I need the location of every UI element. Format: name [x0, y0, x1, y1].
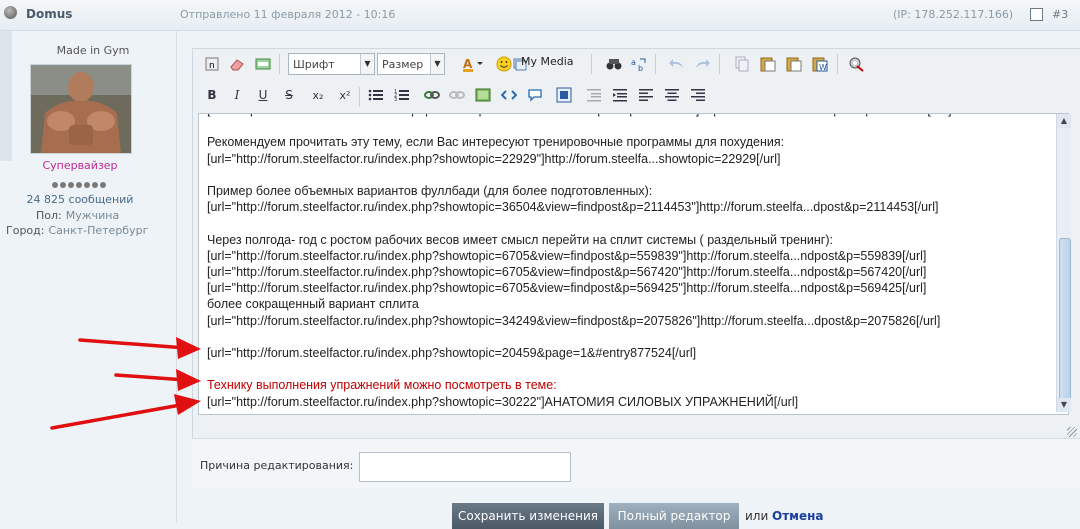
toolbar-separator — [837, 54, 838, 74]
message-textarea[interactable]: [url="http://forum.steelfactor.ru/index.… — [198, 113, 1069, 415]
editor-line: [url="http://forum.steelfactor.ru/index.… — [207, 114, 1047, 118]
editor-line: [url="http://forum.steelfactor.ru/index.… — [207, 151, 781, 166]
select-post-checkbox[interactable] — [1030, 8, 1043, 21]
svg-text:3: 3 — [394, 97, 397, 102]
unlink-icon[interactable] — [448, 86, 466, 104]
post-count: 24 825 сообщений — [26, 193, 134, 206]
avatar[interactable] — [30, 64, 132, 154]
align-left-icon[interactable] — [637, 86, 655, 104]
editor-line: [url="http://forum.steelfactor.ru/index.… — [207, 394, 799, 409]
align-right-icon[interactable] — [689, 86, 707, 104]
undo-icon[interactable] — [668, 55, 686, 73]
svg-text:a: a — [631, 58, 636, 67]
image-icon[interactable] — [474, 86, 492, 104]
scroll-up-icon[interactable]: ▲ — [1057, 114, 1071, 128]
editor-line: Через полгода- год с ростом рабочих весо… — [207, 232, 834, 247]
editor-line: Рекомендуем прочитать эту тему, если Вас… — [207, 135, 785, 150]
author-name[interactable]: Domus — [26, 7, 72, 21]
cut-icon[interactable] — [733, 55, 751, 73]
editor-line: [url="http://forum.steelfactor.ru/index.… — [207, 345, 697, 360]
my-media-button[interactable]: My Media — [521, 55, 574, 68]
editor-line: [url="http://forum.steelfactor.ru/index.… — [207, 281, 927, 296]
copy-icon[interactable] — [759, 55, 777, 73]
save-changes-button[interactable]: Сохранить изменения — [452, 503, 604, 529]
align-center-icon[interactable] — [663, 86, 681, 104]
link-icon[interactable] — [423, 86, 441, 104]
toolbar-separator — [719, 54, 720, 74]
edit-reason-label: Причина редактирования: — [200, 459, 354, 472]
toolbar-separator — [279, 54, 280, 74]
font-size-select[interactable]: Размер ▼ — [377, 53, 445, 75]
font-family-select[interactable]: Шрифт ▼ — [288, 53, 375, 75]
editor-line: Пример более объемных вариантов фуллбади… — [207, 183, 653, 198]
svg-text:W: W — [819, 63, 827, 72]
italic-button[interactable]: I — [228, 86, 246, 104]
bullet-list-icon[interactable] — [367, 86, 385, 104]
quote-icon[interactable] — [526, 86, 544, 104]
post-number-link[interactable]: #3 — [1052, 8, 1068, 21]
edit-reason-bar: Причина редактирования: — [192, 438, 1080, 489]
resize-grip-icon[interactable] — [1067, 427, 1077, 437]
editor-line: [url="http://forum.steelfactor.ru/index.… — [207, 200, 939, 215]
find-icon[interactable] — [605, 55, 623, 73]
strikethrough-button[interactable]: S — [280, 86, 298, 104]
editor-toolbar-top: n Шрифт ▼ Размер ▼ A My Media ab W — [193, 49, 1080, 79]
editor-line: [url="http://forum.steelfactor.ru/index.… — [207, 313, 941, 328]
subscript-button[interactable]: x₂ — [309, 86, 327, 104]
status-dot-icon — [4, 6, 17, 19]
paste-word-icon[interactable]: W — [811, 55, 829, 73]
profile-gender: Пол: Мужчина — [36, 209, 120, 222]
editor-line: более сокращенный вариант сплита — [207, 297, 419, 312]
paste-icon[interactable] — [785, 55, 803, 73]
member-role: Супервайзер — [42, 159, 118, 172]
indent-icon[interactable] — [611, 86, 629, 104]
message-text: [url="http://forum.steelfactor.ru/index.… — [207, 114, 1047, 410]
plain-text-icon[interactable]: n — [203, 55, 221, 73]
edit-reason-input[interactable] — [359, 452, 571, 482]
redo-icon[interactable] — [693, 55, 711, 73]
editor-line: [url="http://forum.steelfactor.ru/index.… — [207, 248, 927, 263]
superscript-button[interactable]: x² — [336, 86, 354, 104]
settings-icon[interactable] — [847, 55, 865, 73]
profile-motto: Made in Gym — [56, 44, 130, 57]
toolbar-separator — [655, 54, 656, 74]
form-actions: Сохранить изменения Полный редактор или … — [192, 489, 1080, 529]
cancel-link[interactable]: Отмена — [772, 509, 824, 523]
numbered-list-icon[interactable]: 123 — [393, 86, 411, 104]
rich-text-editor: n Шрифт ▼ Размер ▼ A My Media ab W B I U S… — [192, 48, 1080, 439]
rank-pips — [52, 178, 112, 188]
svg-text:A: A — [463, 57, 473, 71]
toolbar-separator — [359, 87, 360, 107]
media-embed-icon[interactable] — [555, 86, 573, 104]
post-header: Domus Отправлено 11 февраля 2012 - 10:16… — [0, 0, 1080, 31]
code-icon[interactable] — [500, 86, 518, 104]
text-color-icon[interactable]: A — [461, 55, 485, 73]
spellcheck-icon[interactable] — [254, 55, 272, 73]
underline-button[interactable]: U — [254, 86, 272, 104]
profile-city: Город: Санкт-Петербург — [6, 224, 149, 237]
eraser-icon[interactable] — [228, 55, 246, 73]
replace-icon[interactable]: ab — [630, 55, 648, 73]
toolbar-separator — [591, 54, 592, 74]
ip-address: (IP: 178.252.117.166) — [893, 8, 1014, 21]
scroll-down-icon[interactable]: ▼ — [1057, 398, 1071, 412]
or-text: или — [745, 509, 769, 523]
editor-line: Техникy выполнения упражнений можно посм… — [207, 378, 557, 393]
bold-button[interactable]: B — [203, 86, 221, 104]
post-date: Отправлено 11 февраля 2012 - 10:16 — [180, 8, 396, 21]
scroll-thumb[interactable] — [1059, 238, 1071, 400]
svg-text:b: b — [638, 64, 643, 72]
outdent-icon[interactable] — [585, 86, 603, 104]
editor-toolbar-bottom: B I U S x₂ x² 123 — [193, 82, 1080, 108]
full-editor-button[interactable]: Полный редактор — [609, 503, 739, 529]
svg-text:n: n — [209, 61, 215, 71]
editor-line: [url="http://forum.steelfactor.ru/index.… — [207, 264, 927, 279]
editor-scrollbar[interactable]: ▲ ▼ — [1056, 114, 1071, 412]
